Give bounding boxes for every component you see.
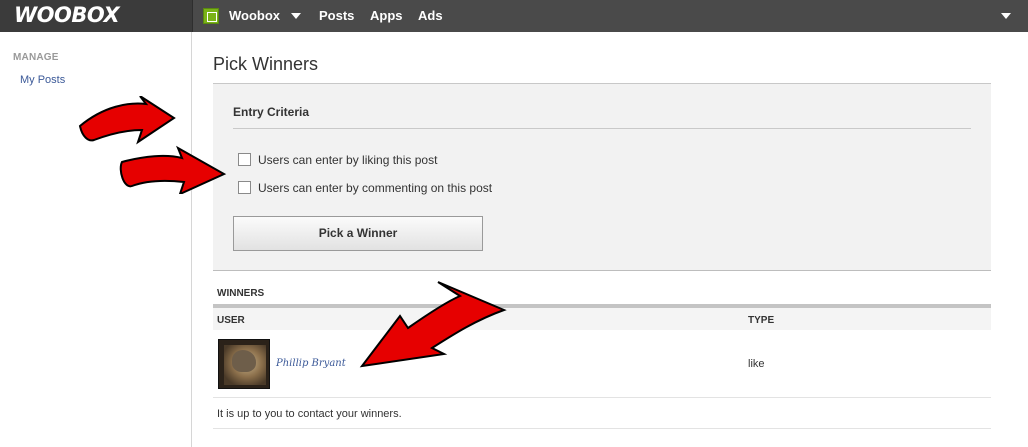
avatar[interactable] (218, 339, 270, 389)
chevron-down-icon[interactable] (291, 13, 301, 19)
woobox-app-icon (203, 8, 219, 24)
pick-winner-button[interactable]: Pick a Winner (233, 216, 483, 251)
footer-divider (213, 428, 991, 429)
column-header-type: TYPE (748, 315, 775, 326)
contact-winners-note: It is up to you to contact your winners. (217, 408, 402, 420)
woobox-logo[interactable]: WOOBOX (14, 3, 120, 27)
table-row: Phillip Bryant like (213, 330, 991, 398)
nav-posts[interactable]: Posts (319, 0, 354, 32)
elephant-image (232, 350, 256, 372)
nav-apps[interactable]: Apps (370, 0, 403, 32)
top-navigation-bar: WOOBOX Woobox Posts Apps Ads (0, 0, 1028, 32)
winner-user-link[interactable]: Phillip Bryant (276, 358, 346, 369)
entry-criteria-panel: Entry Criteria Users can enter by liking… (213, 84, 991, 271)
sidebar-item-my-posts[interactable]: My Posts (20, 74, 65, 86)
red-arrow-icon-criteria (78, 96, 227, 194)
winners-table-header: USER TYPE (213, 308, 991, 330)
sidebar-heading: MANAGE (13, 52, 59, 63)
app-navigation: Woobox Posts Apps Ads (192, 0, 1028, 32)
winner-type: like (748, 358, 765, 370)
red-arrow-icon-winner (359, 281, 507, 368)
commenting-checkbox[interactable] (238, 181, 251, 194)
nav-ads[interactable]: Ads (418, 0, 443, 32)
liking-checkbox[interactable] (238, 153, 251, 166)
account-menu-chevron-icon[interactable] (1001, 13, 1011, 19)
liking-label[interactable]: Users can enter by liking this post (258, 153, 437, 167)
app-name: Woobox (229, 8, 281, 23)
criteria-divider (233, 128, 971, 129)
winners-heading: WINNERS (217, 288, 265, 299)
commenting-label[interactable]: Users can enter by commenting on this po… (258, 181, 492, 195)
column-header-user: USER (217, 315, 245, 326)
entry-criteria-title: Entry Criteria (233, 105, 310, 119)
app-switcher-woobox[interactable]: Woobox (229, 0, 280, 32)
logo-text: WOOBOX (14, 3, 120, 27)
sidebar: MANAGE My Posts (0, 32, 192, 447)
page-title: Pick Winners (213, 54, 319, 74)
